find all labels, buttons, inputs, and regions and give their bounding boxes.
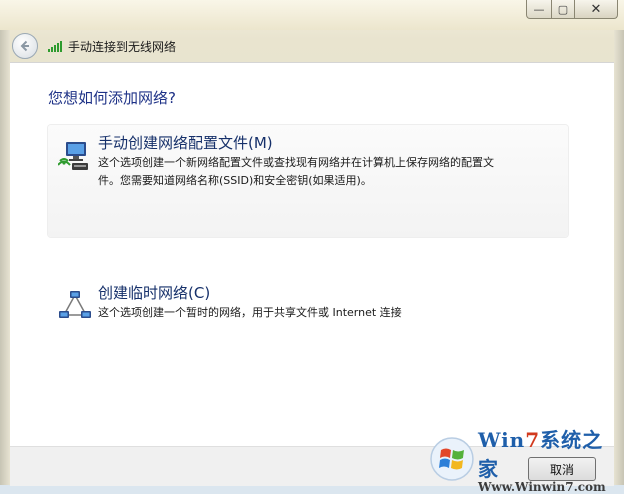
window-left-border bbox=[0, 0, 10, 485]
adhoc-network-icon bbox=[59, 291, 91, 318]
title-bar[interactable]: — ▢ ✕ bbox=[0, 0, 624, 30]
maximize-icon: ▢ bbox=[557, 2, 569, 16]
option-title: 创建临时网络(C) bbox=[98, 284, 211, 302]
option-description-line: 件。您需要知道网络名称(SSID)和安全密钥(如果适用)。 bbox=[98, 174, 372, 187]
option-description: 这个选项创建一个新网络配置文件或查找现有网络并在计算机上保存网络的配置文 件。您… bbox=[98, 154, 494, 190]
window-right-border bbox=[614, 0, 624, 485]
minimize-icon: — bbox=[533, 2, 545, 16]
dialog-header: 手动连接到无线网络 bbox=[10, 30, 614, 62]
close-button[interactable]: ✕ bbox=[575, 0, 618, 19]
option-manual-create-profile[interactable]: 手动创建网络配置文件(M) 这个选项创建一个新网络配置文件或查找现有网络并在计算… bbox=[48, 125, 568, 237]
watermark-url: Www.Winwin7.com bbox=[477, 479, 606, 494]
back-arrow-icon bbox=[20, 40, 29, 52]
window-controls: — ▢ ✕ bbox=[526, 0, 618, 19]
watermark-brand: Win7系统之家 bbox=[477, 427, 604, 481]
maximize-button[interactable]: ▢ bbox=[552, 0, 575, 19]
option-description: 这个选项创建一个暂时的网络，用于共享文件或 Internet 连接 bbox=[98, 306, 402, 319]
page-heading: 您想如何添加网络? bbox=[48, 89, 176, 107]
dialog-title: 手动连接到无线网络 bbox=[68, 39, 177, 54]
back-button[interactable] bbox=[12, 33, 38, 59]
wifi-signal-icon bbox=[48, 40, 62, 52]
close-icon: ✕ bbox=[590, 1, 602, 17]
minimize-button[interactable]: — bbox=[526, 0, 552, 19]
manual-network-icon bbox=[58, 142, 88, 170]
option-description-line: 这个选项创建一个新网络配置文件或查找现有网络并在计算机上保存网络的配置文 bbox=[98, 156, 494, 169]
site-watermark: Win7系统之家 Www.Winwin7.com bbox=[428, 428, 624, 494]
option-create-adhoc-network[interactable]: 创建临时网络(C) 这个选项创建一个暂时的网络，用于共享文件或 Internet… bbox=[48, 275, 568, 341]
windows-logo-icon bbox=[430, 436, 474, 481]
option-title: 手动创建网络配置文件(M) bbox=[98, 134, 273, 152]
dialog-content: 您想如何添加网络? 手动创建网络配置文件(M) 这个选项创建一个新网络配置文件或… bbox=[10, 62, 614, 447]
